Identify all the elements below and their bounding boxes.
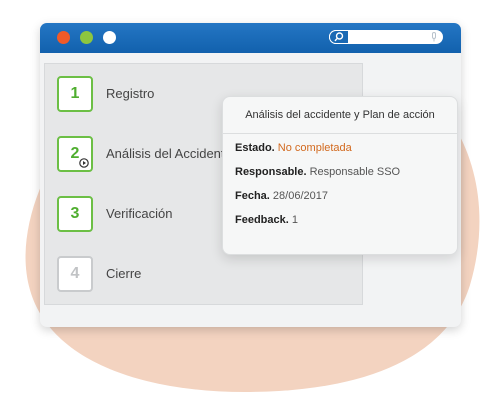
step-label: Verificación	[106, 206, 173, 221]
play-icon	[79, 158, 89, 168]
fecha-field: Fecha. 28/06/2017	[235, 190, 328, 202]
step-number-badge: 2	[57, 136, 93, 172]
window-minimize-button[interactable]	[80, 31, 93, 44]
window-close-button[interactable]	[57, 31, 70, 44]
microphone-icon[interactable]	[431, 32, 437, 42]
field-value: 1	[291, 214, 298, 226]
estado-field: Estado. No completada	[235, 142, 352, 154]
search-icon	[334, 32, 344, 42]
illustration-stage: 1 Registro 2 Análisis del Accidente 3 Ve…	[0, 0, 500, 400]
field-key: Feedback.	[235, 214, 289, 226]
window-titlebar	[40, 23, 461, 53]
step-item-cierre[interactable]: 4 Cierre	[45, 256, 362, 296]
field-value: 28/06/2017	[272, 190, 328, 202]
field-key: Responsable.	[235, 166, 307, 178]
field-key: Estado.	[235, 142, 275, 154]
field-key: Fecha.	[235, 190, 270, 202]
responsable-field: Responsable. Responsable SSO	[235, 166, 400, 178]
popup-title: Análisis del accidente y Plan de acción	[223, 97, 457, 134]
step-number-badge: 1	[57, 76, 93, 112]
step-label: Registro	[106, 86, 155, 101]
status-badge: No completada	[277, 142, 352, 154]
step-number-badge: 4	[57, 256, 93, 292]
step-label: Análisis del Accidente	[106, 146, 232, 161]
window-maximize-button[interactable]	[103, 31, 116, 44]
step-detail-popup: Análisis del accidente y Plan de acción …	[222, 96, 458, 255]
feedback-field: Feedback. 1	[235, 214, 298, 226]
search-button[interactable]	[329, 30, 349, 44]
search-bar[interactable]	[329, 30, 443, 44]
field-value: Responsable SSO	[309, 166, 401, 178]
step-number-badge: 3	[57, 196, 93, 232]
step-label: Cierre	[106, 266, 142, 281]
